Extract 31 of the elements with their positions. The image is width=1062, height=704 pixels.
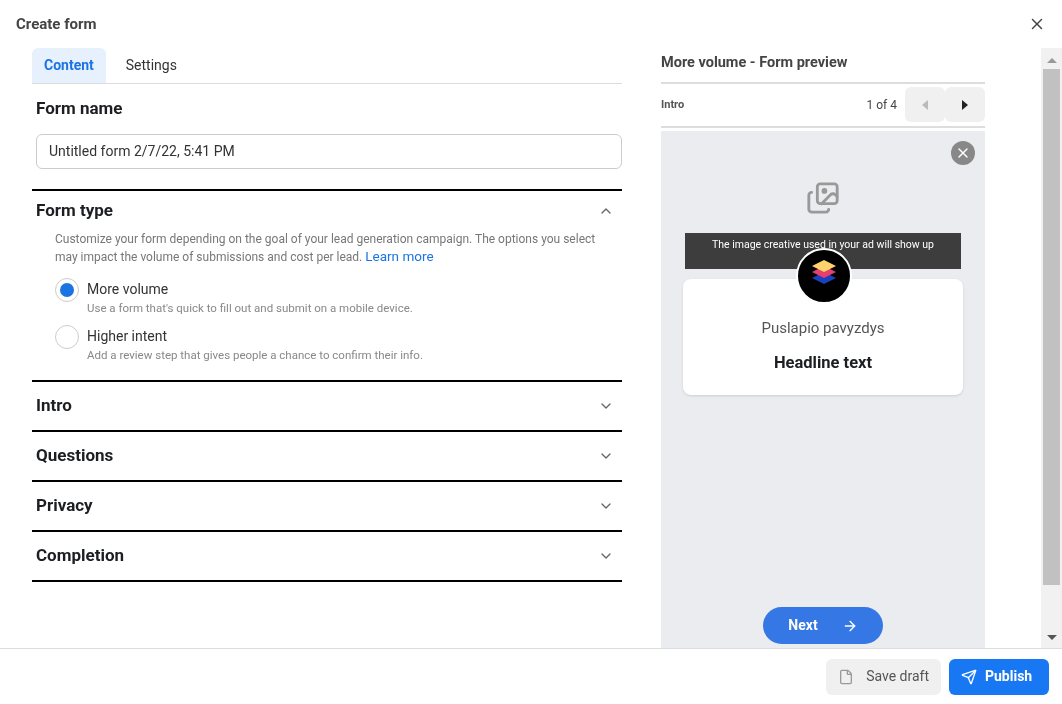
section-heading: Form name: [36, 97, 124, 120]
option-label: Higher intent: [87, 326, 169, 346]
scrollbar-thumb[interactable]: [1043, 69, 1060, 585]
save-draft-button[interactable]: Save draft: [826, 658, 941, 695]
option-hint: Use a form that's quick to fill out and submit on a mobile device.: [87, 299, 413, 317]
tab[interactable]: Content: [32, 48, 106, 83]
section-header[interactable]: Intro: [32, 382, 622, 430]
step-label: Intro: [661, 96, 686, 113]
scroll-down-icon[interactable]: [1046, 635, 1057, 640]
headline: Headline text: [773, 352, 873, 375]
form-name-field[interactable]: Untitled form 2/7/22, 5:41 PM: [36, 133, 622, 169]
document-icon: [838, 668, 855, 685]
next-button[interactable]: Next: [763, 607, 883, 644]
scroll-up-icon[interactable]: [1046, 58, 1057, 63]
tab[interactable]: Settings: [113, 48, 189, 83]
next-page-button[interactable]: [945, 87, 985, 123]
option-hint: Add a review step that gives people a chance to confirm their info.: [87, 346, 423, 364]
paper-plane-icon: [961, 668, 977, 685]
section-header[interactable]: Form type: [32, 190, 622, 231]
publish-button[interactable]: Publish: [949, 658, 1049, 695]
image-icon: [806, 180, 840, 215]
page-counter: 1 of 4: [866, 96, 897, 114]
section-header[interactable]: Completion: [32, 532, 622, 580]
window-title: Create form: [16, 13, 97, 35]
section-header[interactable]: Questions: [32, 432, 622, 480]
section-header[interactable]: Privacy: [32, 482, 622, 530]
learn-more-link[interactable]: Learn more: [365, 247, 434, 264]
description: Customize your form depending on the goal of your lead generation campaign. The options you select may impact the volume of submissions and cost per lead. Learn more: [55, 230, 597, 266]
preview-title: More volume - Form preview: [661, 52, 985, 84]
page-name: Puslapio pavyzdys: [761, 317, 885, 339]
option-label: More volume: [87, 279, 170, 299]
